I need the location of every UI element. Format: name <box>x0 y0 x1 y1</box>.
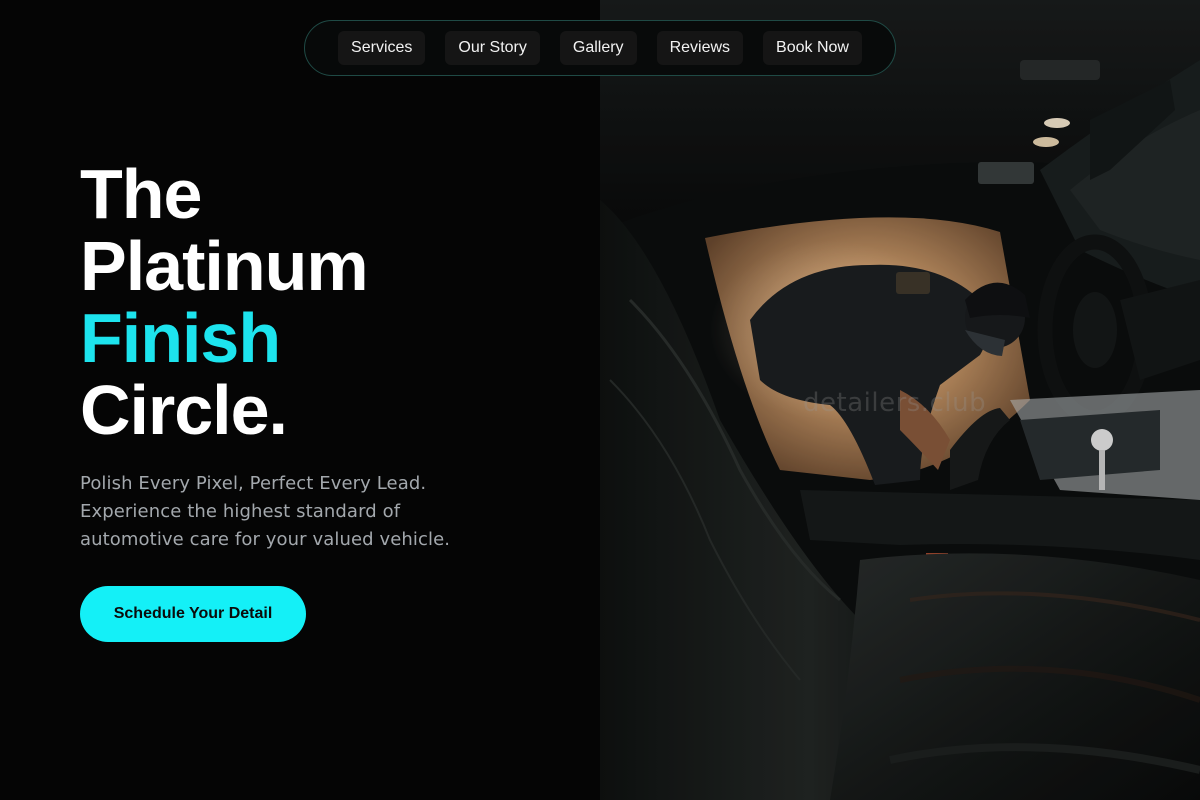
hero-title: The Platinum Finish Circle. <box>80 158 580 446</box>
hero-title-line-2: Platinum <box>80 227 369 305</box>
main-nav: Services Our Story Gallery Reviews Book … <box>304 20 896 76</box>
nav-item-reviews[interactable]: Reviews <box>656 31 744 65</box>
hero-title-line-1: The <box>80 155 202 233</box>
hero-subtitle-line-1: Polish Every Pixel, Perfect Every Lead. <box>80 473 427 494</box>
hero-subtitle-line-3: automotive care for your valued vehicle. <box>80 529 451 550</box>
hero-subtitle-line-2: Experience the highest standard of <box>80 501 401 522</box>
hero-title-line-4: Circle. <box>80 371 288 449</box>
hero-photo: detailers.club <box>600 0 1200 800</box>
hero-title-accent: Finish <box>80 299 281 377</box>
nav-item-services[interactable]: Services <box>338 31 426 65</box>
landing-page: detailers.club Services Our Story Galler… <box>0 0 1200 800</box>
hero-subtitle: Polish Every Pixel, Perfect Every Lead. … <box>80 470 500 554</box>
nav-item-book-now[interactable]: Book Now <box>763 31 862 65</box>
nav-item-our-story[interactable]: Our Story <box>445 31 540 65</box>
nav-item-gallery[interactable]: Gallery <box>559 31 637 65</box>
photo-watermark: detailers.club <box>803 388 987 418</box>
schedule-detail-button[interactable]: Schedule Your Detail <box>80 586 306 642</box>
